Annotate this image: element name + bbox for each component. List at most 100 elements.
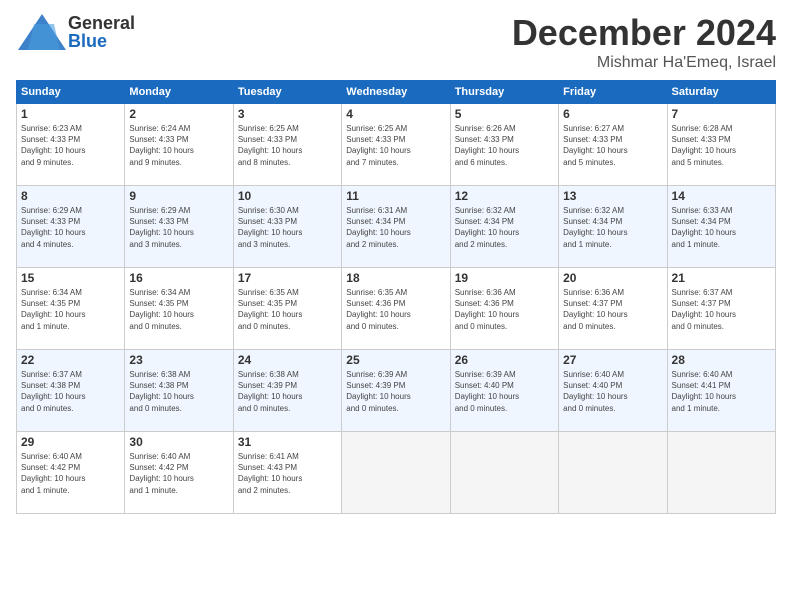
calendar-cell: 3 Sunrise: 6:25 AMSunset: 4:33 PMDaylight… bbox=[233, 104, 341, 186]
calendar-cell: 20 Sunrise: 6:36 AMSunset: 4:37 PMDayligh… bbox=[559, 268, 667, 350]
calendar-cell: 24Sunrise: 6:38 AMSunset: 4:39 PMDayligh… bbox=[233, 350, 341, 432]
calendar-cell: 30 Sunrise: 6:40 AMSunset: 4:42 PMDayligh… bbox=[125, 432, 233, 514]
day-number: 5 bbox=[455, 107, 554, 121]
day-info: Sunrise: 6:34 AMSunset: 4:35 PMDaylight:… bbox=[21, 287, 120, 332]
page: General Blue December 2024 Mishmar Ha'Em… bbox=[0, 0, 792, 612]
day-info: Sunrise: 6:31 AMSunset: 4:34 PMDaylight:… bbox=[346, 205, 445, 250]
calendar-cell: 14 Sunrise: 6:33 AMSunset: 4:34 PMDayligh… bbox=[667, 186, 775, 268]
day-number: 20 bbox=[563, 271, 662, 285]
col-header-thursday: Thursday bbox=[450, 81, 558, 104]
day-number: 19 bbox=[455, 271, 554, 285]
calendar-table: SundayMondayTuesdayWednesdayThursdayFrid… bbox=[16, 80, 776, 514]
day-number: 25 bbox=[346, 353, 445, 367]
day-number: 2 bbox=[129, 107, 228, 121]
day-info: Sunrise: 6:40 AMSunset: 4:42 PMDaylight:… bbox=[21, 451, 120, 496]
day-info: Sunrise: 6:24 AMSunset: 4:33 PMDaylight:… bbox=[129, 123, 228, 168]
col-header-monday: Monday bbox=[125, 81, 233, 104]
day-number: 7 bbox=[672, 107, 771, 121]
calendar-cell: 4 Sunrise: 6:25 AMSunset: 4:33 PMDaylight… bbox=[342, 104, 450, 186]
calendar-cell: 18Sunrise: 6:35 AMSunset: 4:36 PMDayligh… bbox=[342, 268, 450, 350]
day-number: 8 bbox=[21, 189, 120, 203]
day-info: Sunrise: 6:34 AMSunset: 4:35 PMDaylight:… bbox=[129, 287, 228, 332]
header: General Blue December 2024 Mishmar Ha'Em… bbox=[16, 12, 776, 72]
calendar-cell bbox=[342, 432, 450, 514]
col-header-sunday: Sunday bbox=[17, 81, 125, 104]
title-block: December 2024 Mishmar Ha'Emeq, Israel bbox=[512, 12, 776, 72]
calendar-week-1: 1 Sunrise: 6:23 AMSunset: 4:33 PMDaylight… bbox=[17, 104, 776, 186]
day-number: 9 bbox=[129, 189, 228, 203]
logo-text: General Blue bbox=[68, 14, 135, 50]
calendar-week-2: 8 Sunrise: 6:29 AMSunset: 4:33 PMDaylight… bbox=[17, 186, 776, 268]
day-info: Sunrise: 6:39 AMSunset: 4:39 PMDaylight:… bbox=[346, 369, 445, 414]
day-info: Sunrise: 6:29 AMSunset: 4:33 PMDaylight:… bbox=[21, 205, 120, 250]
day-number: 4 bbox=[346, 107, 445, 121]
calendar-cell: 25 Sunrise: 6:39 AMSunset: 4:39 PMDayligh… bbox=[342, 350, 450, 432]
day-info: Sunrise: 6:32 AMSunset: 4:34 PMDaylight:… bbox=[563, 205, 662, 250]
day-number: 13 bbox=[563, 189, 662, 203]
calendar-cell: 17Sunrise: 6:35 AMSunset: 4:35 PMDayligh… bbox=[233, 268, 341, 350]
day-info: Sunrise: 6:38 AMSunset: 4:38 PMDaylight:… bbox=[129, 369, 228, 414]
calendar-cell bbox=[559, 432, 667, 514]
day-info: Sunrise: 6:30 AMSunset: 4:33 PMDaylight:… bbox=[238, 205, 337, 250]
day-info: Sunrise: 6:27 AMSunset: 4:33 PMDaylight:… bbox=[563, 123, 662, 168]
day-info: Sunrise: 6:37 AMSunset: 4:38 PMDaylight:… bbox=[21, 369, 120, 414]
col-header-wednesday: Wednesday bbox=[342, 81, 450, 104]
day-number: 12 bbox=[455, 189, 554, 203]
day-number: 16 bbox=[129, 271, 228, 285]
day-number: 11 bbox=[346, 189, 445, 203]
day-number: 31 bbox=[238, 435, 337, 449]
day-info: Sunrise: 6:23 AMSunset: 4:33 PMDaylight:… bbox=[21, 123, 120, 168]
calendar-cell: 22 Sunrise: 6:37 AMSunset: 4:38 PMDayligh… bbox=[17, 350, 125, 432]
day-number: 1 bbox=[21, 107, 120, 121]
calendar-cell: 23Sunrise: 6:38 AMSunset: 4:38 PMDayligh… bbox=[125, 350, 233, 432]
calendar-week-4: 22 Sunrise: 6:37 AMSunset: 4:38 PMDayligh… bbox=[17, 350, 776, 432]
logo-general: General bbox=[68, 14, 135, 32]
day-info: Sunrise: 6:25 AMSunset: 4:33 PMDaylight:… bbox=[346, 123, 445, 168]
day-info: Sunrise: 6:33 AMSunset: 4:34 PMDaylight:… bbox=[672, 205, 771, 250]
day-info: Sunrise: 6:40 AMSunset: 4:42 PMDaylight:… bbox=[129, 451, 228, 496]
day-info: Sunrise: 6:41 AMSunset: 4:43 PMDaylight:… bbox=[238, 451, 337, 496]
calendar-cell: 6Sunrise: 6:27 AMSunset: 4:33 PMDaylight… bbox=[559, 104, 667, 186]
calendar-cell: 10 Sunrise: 6:30 AMSunset: 4:33 PMDayligh… bbox=[233, 186, 341, 268]
calendar-cell: 19 Sunrise: 6:36 AMSunset: 4:36 PMDayligh… bbox=[450, 268, 558, 350]
calendar-cell bbox=[450, 432, 558, 514]
day-number: 10 bbox=[238, 189, 337, 203]
calendar-cell: 2 Sunrise: 6:24 AMSunset: 4:33 PMDaylight… bbox=[125, 104, 233, 186]
day-info: Sunrise: 6:36 AMSunset: 4:36 PMDaylight:… bbox=[455, 287, 554, 332]
day-number: 27 bbox=[563, 353, 662, 367]
calendar-cell: 1 Sunrise: 6:23 AMSunset: 4:33 PMDaylight… bbox=[17, 104, 125, 186]
day-number: 22 bbox=[21, 353, 120, 367]
calendar-cell: 13 Sunrise: 6:32 AMSunset: 4:34 PMDayligh… bbox=[559, 186, 667, 268]
day-number: 30 bbox=[129, 435, 228, 449]
calendar-cell: 11 Sunrise: 6:31 AMSunset: 4:34 PMDayligh… bbox=[342, 186, 450, 268]
day-info: Sunrise: 6:36 AMSunset: 4:37 PMDaylight:… bbox=[563, 287, 662, 332]
day-info: Sunrise: 6:25 AMSunset: 4:33 PMDaylight:… bbox=[238, 123, 337, 168]
calendar-cell: 28 Sunrise: 6:40 AMSunset: 4:41 PMDayligh… bbox=[667, 350, 775, 432]
day-info: Sunrise: 6:32 AMSunset: 4:34 PMDaylight:… bbox=[455, 205, 554, 250]
day-info: Sunrise: 6:39 AMSunset: 4:40 PMDaylight:… bbox=[455, 369, 554, 414]
calendar-week-5: 29Sunrise: 6:40 AMSunset: 4:42 PMDayligh… bbox=[17, 432, 776, 514]
calendar-cell: 12 Sunrise: 6:32 AMSunset: 4:34 PMDayligh… bbox=[450, 186, 558, 268]
day-number: 15 bbox=[21, 271, 120, 285]
calendar-cell: 9 Sunrise: 6:29 AMSunset: 4:33 PMDaylight… bbox=[125, 186, 233, 268]
day-number: 28 bbox=[672, 353, 771, 367]
calendar-header-row: SundayMondayTuesdayWednesdayThursdayFrid… bbox=[17, 81, 776, 104]
day-number: 14 bbox=[672, 189, 771, 203]
logo-icon bbox=[16, 12, 68, 52]
col-header-tuesday: Tuesday bbox=[233, 81, 341, 104]
calendar-cell: 5Sunrise: 6:26 AMSunset: 4:33 PMDaylight… bbox=[450, 104, 558, 186]
logo: General Blue bbox=[16, 12, 135, 52]
col-header-saturday: Saturday bbox=[667, 81, 775, 104]
calendar-cell: 26Sunrise: 6:39 AMSunset: 4:40 PMDayligh… bbox=[450, 350, 558, 432]
calendar-cell: 8 Sunrise: 6:29 AMSunset: 4:33 PMDaylight… bbox=[17, 186, 125, 268]
day-number: 3 bbox=[238, 107, 337, 121]
month-title: December 2024 bbox=[512, 12, 776, 54]
day-info: Sunrise: 6:40 AMSunset: 4:41 PMDaylight:… bbox=[672, 369, 771, 414]
day-info: Sunrise: 6:37 AMSunset: 4:37 PMDaylight:… bbox=[672, 287, 771, 332]
calendar-cell: 29Sunrise: 6:40 AMSunset: 4:42 PMDayligh… bbox=[17, 432, 125, 514]
calendar-cell bbox=[667, 432, 775, 514]
col-header-friday: Friday bbox=[559, 81, 667, 104]
day-number: 18 bbox=[346, 271, 445, 285]
day-info: Sunrise: 6:38 AMSunset: 4:39 PMDaylight:… bbox=[238, 369, 337, 414]
day-info: Sunrise: 6:29 AMSunset: 4:33 PMDaylight:… bbox=[129, 205, 228, 250]
